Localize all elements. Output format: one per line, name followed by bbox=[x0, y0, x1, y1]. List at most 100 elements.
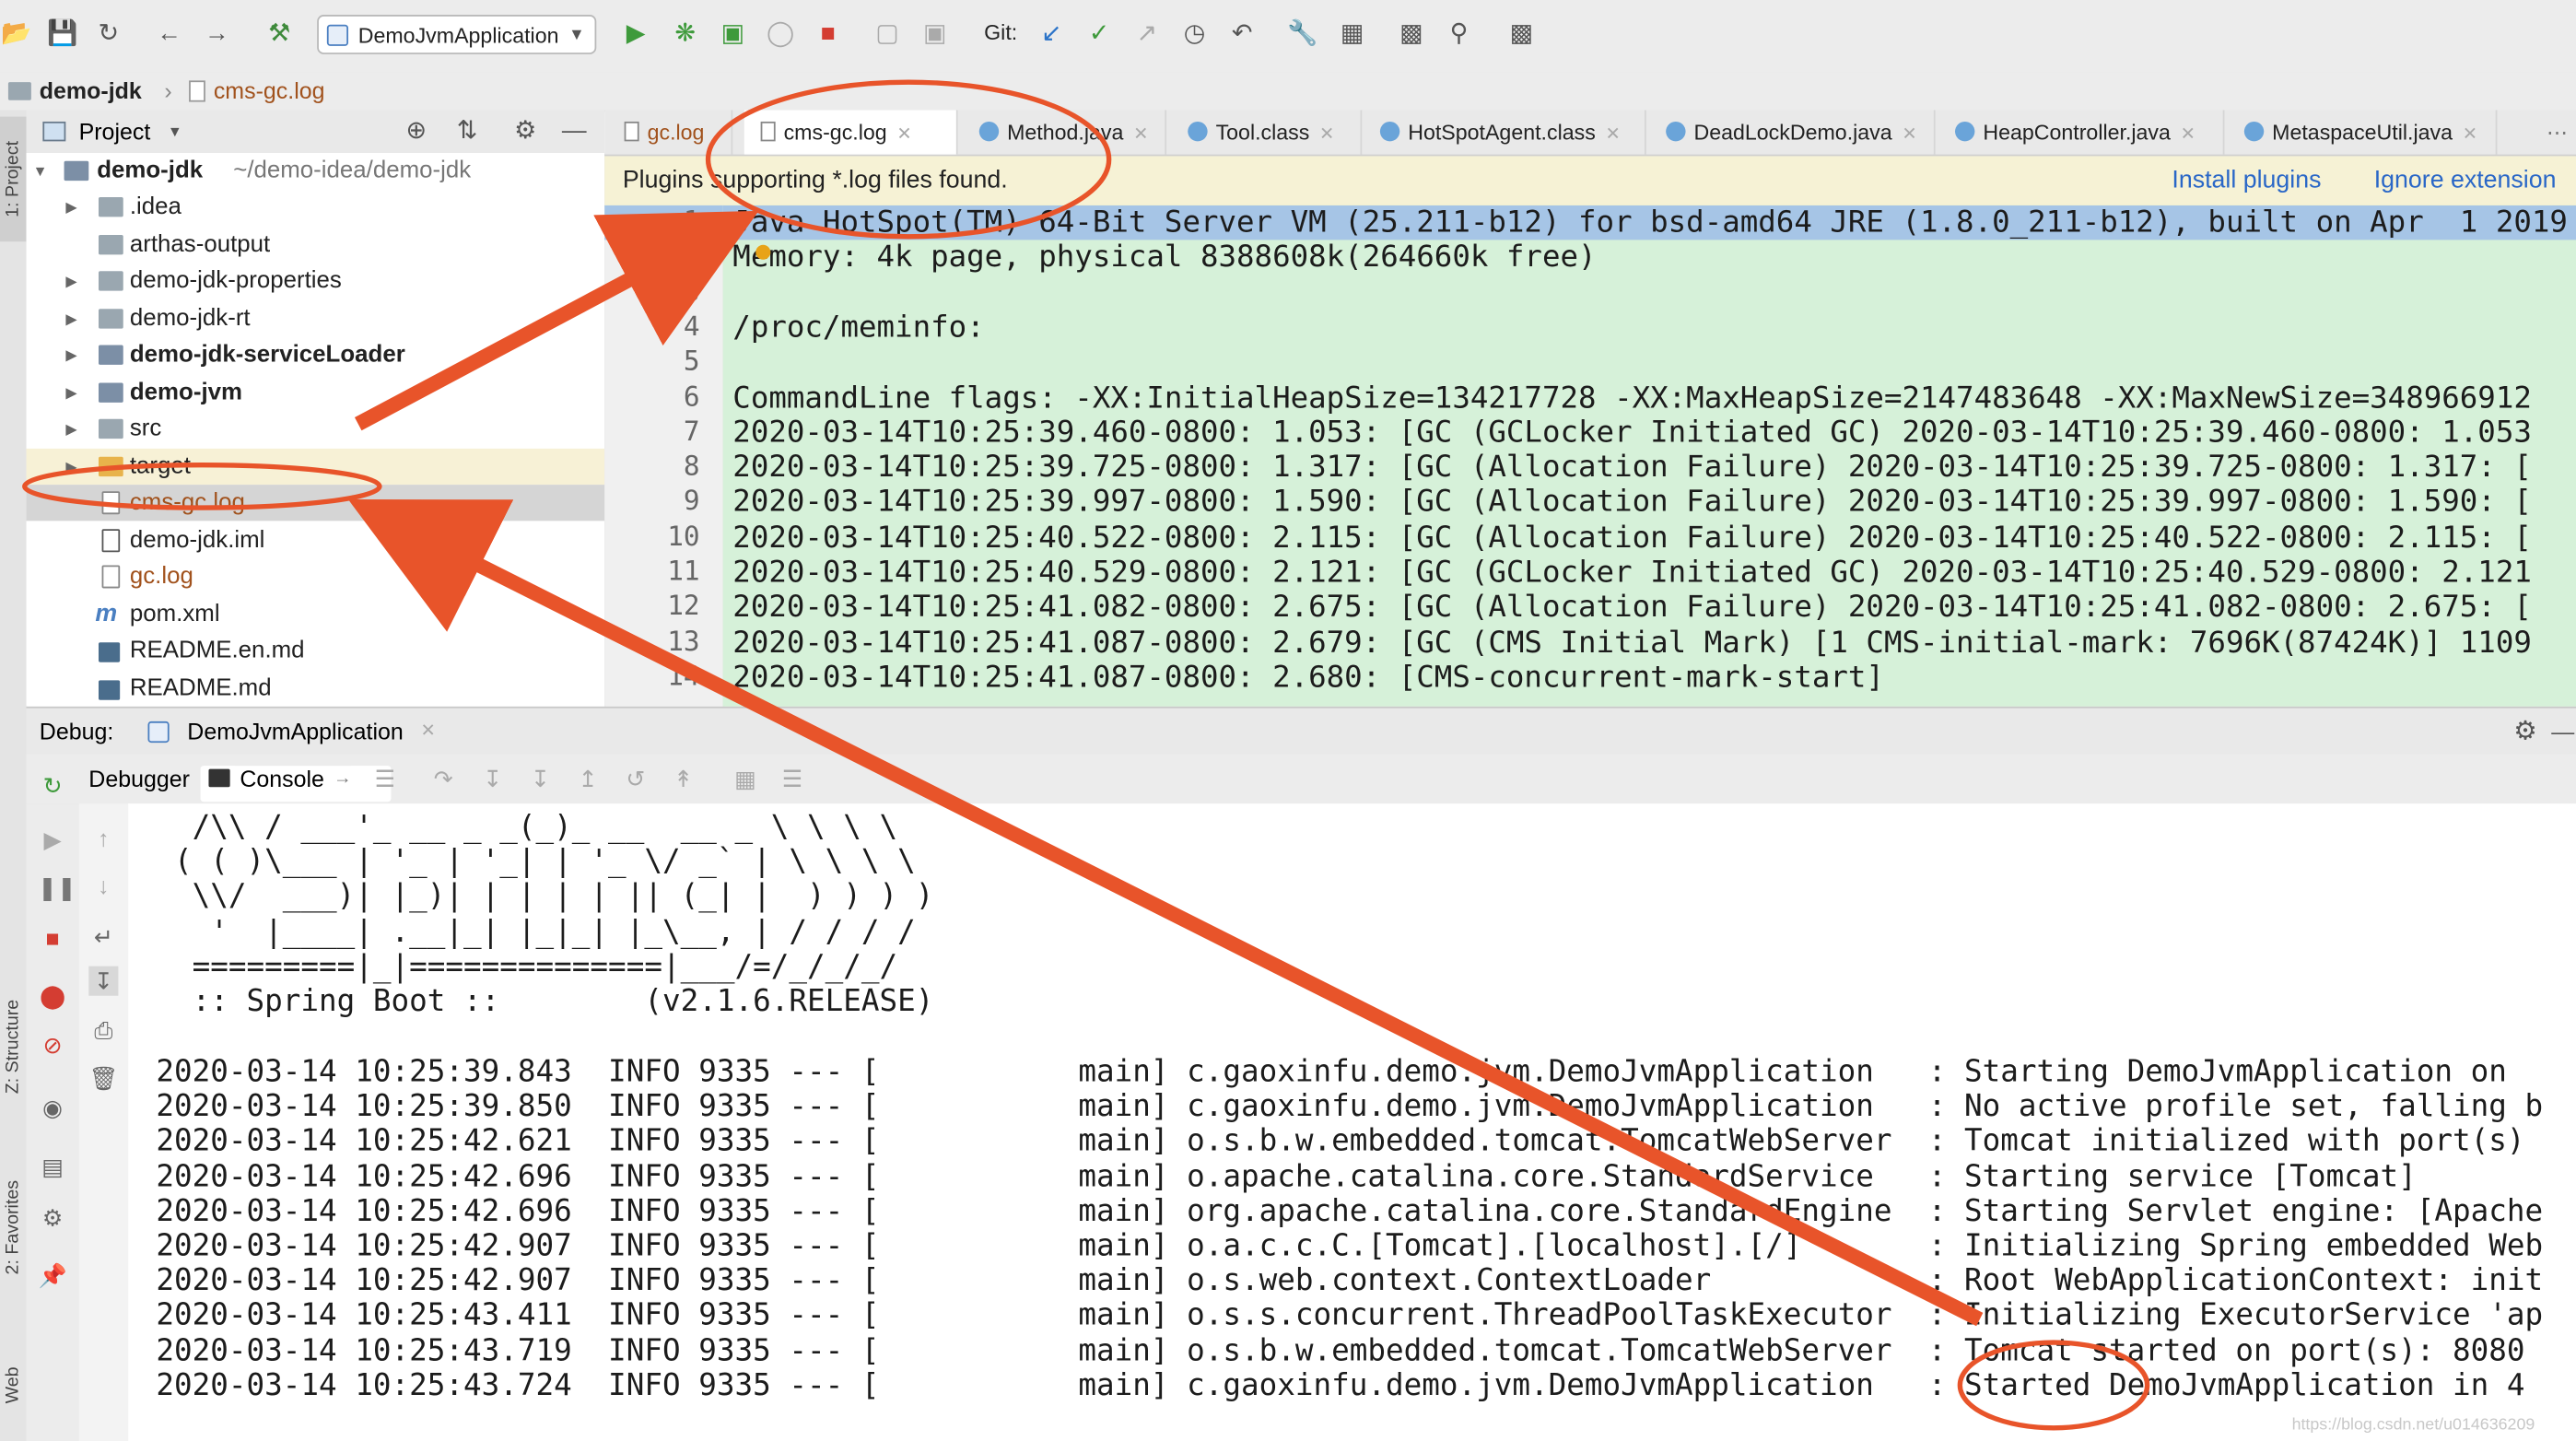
tab-tool-class[interactable]: Tool.class ✕ bbox=[1171, 110, 1363, 155]
collapse-all-icon[interactable]: ⇅ bbox=[457, 110, 477, 152]
attach-icon[interactable]: ▢ bbox=[871, 18, 904, 52]
chevron-down-icon[interactable]: ▼ bbox=[168, 110, 182, 152]
gear-icon[interactable]: ⚙ bbox=[514, 110, 536, 152]
collapsed-arrow-icon[interactable]: ▶ bbox=[65, 337, 76, 373]
breadcrumb-project[interactable]: demo-jdk bbox=[40, 72, 142, 108]
tree-item-readme-md[interactable]: README.md bbox=[27, 671, 605, 707]
tree-item-gc-log[interactable]: gc.log bbox=[27, 558, 605, 594]
intention-bulb-icon[interactable] bbox=[755, 244, 771, 260]
trash-icon[interactable]: 🗑 bbox=[88, 1063, 118, 1093]
run-icon[interactable]: ▶ bbox=[619, 18, 652, 52]
back-icon[interactable]: ← bbox=[153, 18, 186, 52]
tree-item-cms-gc-log[interactable]: cms-gc.log bbox=[26, 485, 605, 521]
tab-deadlockdemo-java[interactable]: DeadLockDemo.java ✕ bbox=[1653, 110, 1936, 155]
structure-icon[interactable]: ▦ bbox=[1336, 18, 1369, 52]
rerun-icon[interactable]: ↻ bbox=[38, 770, 67, 800]
tab-hotspotagent-class[interactable]: HotSpotAgent.class ✕ bbox=[1367, 110, 1646, 155]
terminal-icon[interactable]: ▩ bbox=[1395, 18, 1428, 52]
close-icon[interactable]: ✕ bbox=[896, 125, 911, 145]
collapsed-arrow-icon[interactable]: ▶ bbox=[65, 411, 76, 447]
tree-item-demo-jvm[interactable]: ▶ demo-jvm bbox=[27, 375, 605, 411]
tab-heapcontroller-java[interactable]: HeapController.java ✕ bbox=[1942, 110, 2225, 155]
run-to-cursor-icon[interactable]: ↟ bbox=[673, 755, 693, 804]
collapsed-arrow-icon[interactable]: ▶ bbox=[65, 263, 76, 299]
tree-item-demo-jdk-properties[interactable]: ▶ demo-jdk-properties bbox=[27, 263, 605, 299]
sync-icon[interactable]: ↻ bbox=[92, 18, 125, 52]
favorites-tool-tab[interactable]: 2: Favorites bbox=[0, 1165, 27, 1290]
close-icon[interactable]: ✕ bbox=[1606, 125, 1621, 145]
close-icon[interactable]: ✕ bbox=[1902, 125, 1916, 145]
close-icon[interactable]: ✕ bbox=[420, 709, 435, 756]
search-icon[interactable]: ⚲ bbox=[1443, 18, 1476, 52]
scroll-to-end-icon[interactable]: ↧ bbox=[88, 966, 119, 996]
trace-icon[interactable]: ☰ bbox=[782, 755, 802, 804]
pin-icon[interactable]: 📌 bbox=[38, 1260, 67, 1290]
tab-overflow-icon[interactable]: ⋯ bbox=[2536, 110, 2576, 154]
down-arrow-icon[interactable]: ↓ bbox=[88, 871, 118, 900]
minimize-icon[interactable]: — bbox=[562, 110, 587, 152]
tab-cms-gc-log[interactable]: cms-gc.log ✕ bbox=[744, 110, 958, 155]
tree-item-demo-jdk-rt[interactable]: ▶ demo-jdk-rt bbox=[27, 300, 605, 336]
view-breakpoints-icon[interactable]: ⬤ bbox=[38, 981, 67, 1011]
menu-lines-icon[interactable]: ☰ bbox=[375, 755, 395, 804]
layout-icon[interactable]: ▤ bbox=[38, 1152, 67, 1181]
tree-item-demo-jdk-serviceloader[interactable]: ▶ demo-jdk-serviceLoader bbox=[27, 337, 605, 373]
revert-icon[interactable]: ↶ bbox=[1225, 18, 1259, 52]
print-icon[interactable]: ⎙ bbox=[88, 1015, 118, 1045]
install-plugins-link[interactable]: Install plugins bbox=[2172, 156, 2321, 205]
close-icon[interactable]: ✕ bbox=[1319, 125, 1334, 145]
pause-icon[interactable]: ❚❚ bbox=[38, 873, 76, 902]
forward-icon[interactable]: → bbox=[201, 18, 234, 52]
pin-arrow-icon[interactable]: → bbox=[334, 755, 352, 804]
history-icon[interactable]: ◷ bbox=[1178, 18, 1212, 52]
locate-icon[interactable]: ⊕ bbox=[405, 110, 426, 152]
collapsed-arrow-icon[interactable]: ▶ bbox=[65, 375, 76, 411]
tab-gc-log[interactable]: gc.log bbox=[604, 110, 733, 155]
expanded-arrow-icon[interactable]: ▼ bbox=[33, 153, 48, 189]
soft-wrap-icon[interactable]: ↵ bbox=[88, 921, 118, 951]
coverage-icon[interactable]: ▣ bbox=[716, 18, 749, 52]
git-commit-icon[interactable]: ✓ bbox=[1083, 18, 1116, 52]
resume-icon[interactable]: ▶ bbox=[38, 825, 67, 854]
step-into-icon[interactable]: ↧ bbox=[483, 755, 502, 804]
minimize-icon[interactable]: — bbox=[2551, 709, 2574, 756]
gear-icon[interactable]: ⚙ bbox=[38, 1202, 67, 1232]
structure-tool-tab[interactable]: Z: Structure bbox=[0, 984, 27, 1109]
tab-method-java[interactable]: Method.java ✕ bbox=[963, 110, 1167, 155]
collapsed-arrow-icon[interactable]: ▶ bbox=[65, 449, 76, 485]
tab-console[interactable]: Console bbox=[240, 755, 324, 804]
gear-icon[interactable]: ⚙ bbox=[2513, 709, 2537, 756]
tree-item-arthas-output[interactable]: arthas-output bbox=[27, 227, 605, 263]
breadcrumb-file[interactable]: cms-gc.log bbox=[214, 72, 325, 108]
tab-metaspaceutil-java[interactable]: MetaspaceUtil.java ✕ bbox=[2231, 110, 2498, 155]
debug-icon[interactable]: ❋ bbox=[669, 18, 702, 52]
presentation-icon[interactable]: ▩ bbox=[1505, 18, 1538, 52]
run-config-select[interactable]: DemoJvmApplication ▼ bbox=[317, 15, 597, 54]
tree-item-pom-xml[interactable]: m pom.xml bbox=[27, 596, 605, 632]
drop-frame-icon[interactable]: ↺ bbox=[626, 755, 645, 804]
git-push-icon[interactable]: ↗ bbox=[1130, 18, 1164, 52]
web-tool-tab[interactable]: Web bbox=[0, 1323, 27, 1441]
console-output[interactable]: /\\ / ___'_ __ _ _(_)_ __ __ _ \ \ \ \ (… bbox=[128, 803, 2576, 1441]
up-arrow-icon[interactable]: ↑ bbox=[88, 823, 118, 852]
step-over-icon[interactable]: ↷ bbox=[434, 755, 453, 804]
tree-item-root[interactable]: ▼ demo-jdk ~/demo-idea/demo-jdk bbox=[27, 153, 605, 189]
tree-item-readme-en-md[interactable]: README.en.md bbox=[27, 633, 605, 669]
step-out-icon[interactable]: ↥ bbox=[579, 755, 598, 804]
tree-item-src[interactable]: ▶ src bbox=[27, 411, 605, 447]
collapsed-arrow-icon[interactable]: ▶ bbox=[65, 300, 76, 336]
project-tool-tab[interactable]: 1: Project bbox=[0, 116, 27, 242]
tree-item-demo-jdk-iml[interactable]: demo-jdk.iml bbox=[27, 522, 605, 558]
mute-breakpoints-icon[interactable]: ⊘ bbox=[38, 1030, 67, 1060]
log-editor[interactable]: Java HotSpot(TM) 64-Bit Server VM (25.21… bbox=[722, 205, 2576, 707]
save-icon[interactable]: 💾 bbox=[46, 18, 79, 52]
stop-icon[interactable]: ■ bbox=[38, 923, 67, 953]
close-icon[interactable]: ✕ bbox=[1133, 125, 1148, 145]
camera-icon[interactable]: ◉ bbox=[38, 1093, 67, 1122]
close-icon[interactable]: ✕ bbox=[2181, 125, 2195, 145]
open-icon[interactable]: 📂 bbox=[0, 18, 33, 52]
tree-item-target[interactable]: ▶ target bbox=[26, 448, 605, 486]
profile-icon[interactable]: ◯ bbox=[764, 18, 797, 52]
pause-icon[interactable]: ▣ bbox=[919, 18, 952, 52]
git-update-icon[interactable]: ↙ bbox=[1035, 18, 1068, 52]
